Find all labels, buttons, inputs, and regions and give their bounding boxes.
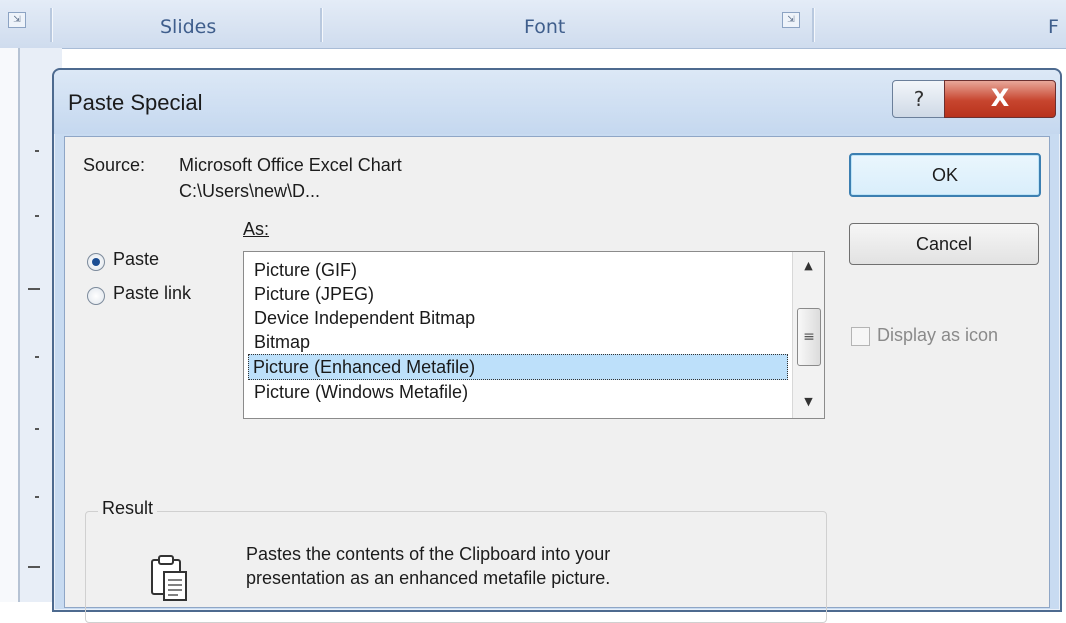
paste-link-radio[interactable]	[87, 287, 105, 305]
scroll-up-icon[interactable]: ▲	[793, 252, 824, 280]
ruler-tick	[28, 288, 40, 290]
paste-link-radio-label[interactable]: Paste link	[113, 283, 191, 304]
ribbon-group-slides: Slides	[160, 16, 217, 38]
result-group-title: Result	[98, 498, 158, 519]
close-button[interactable]: X	[944, 80, 1056, 118]
result-description-line2: presentation as an enhanced metafile pic…	[246, 568, 611, 588]
as-label: As:	[243, 219, 270, 239]
ruler-tick	[35, 496, 39, 498]
paste-special-dialog: Paste Special ? X Source: Microsoft Offi…	[52, 68, 1062, 623]
ruler-tick	[35, 428, 39, 430]
launcher-icon[interactable]: ⇲	[8, 12, 26, 28]
ruler-tick	[35, 356, 39, 358]
display-as-icon-label[interactable]: Display as icon	[877, 325, 998, 346]
ruler-tick	[28, 566, 40, 568]
source-value: Microsoft Office Excel Chart	[179, 155, 402, 175]
ruler-tick	[35, 215, 39, 217]
cancel-button[interactable]: Cancel	[849, 223, 1039, 265]
display-as-icon-checkbox[interactable]	[851, 327, 870, 346]
result-group: Result Pastes the contents of the Clipbo…	[85, 498, 827, 623]
list-item[interactable]: Picture (Windows Metafile)	[250, 380, 788, 404]
ribbon-group-font: Font	[524, 16, 566, 38]
result-description-line1: Pastes the contents of the Clipboard int…	[246, 544, 611, 564]
scroll-down-icon[interactable]: ▼	[793, 388, 824, 416]
source-label: Source:	[83, 155, 146, 175]
source-path: C:\Users\new\D...	[179, 181, 321, 201]
listbox-scrollbar[interactable]: ▲ ≡ ▼	[792, 252, 824, 418]
list-item[interactable]: Picture (JPEG)	[250, 282, 788, 306]
dialog-title: Paste Special	[68, 90, 203, 115]
scroll-thumb[interactable]: ≡	[797, 308, 821, 366]
ribbon-strip: ⇲ Slides Font ⇲ F	[0, 0, 1066, 49]
ok-button[interactable]: OK	[849, 153, 1041, 197]
list-item[interactable]: Device Independent Bitmap	[250, 306, 788, 330]
help-button[interactable]: ?	[892, 80, 946, 118]
ribbon-divider	[50, 8, 53, 42]
clipboard-icon	[150, 554, 190, 608]
paste-radio-label[interactable]: Paste	[113, 249, 159, 270]
vertical-ruler	[18, 48, 20, 602]
font-launcher-icon[interactable]: ⇲	[782, 12, 800, 28]
format-listbox[interactable]: Picture (GIF) Picture (JPEG) Device Inde…	[243, 251, 825, 419]
ribbon-group-cut-off: F	[1048, 16, 1059, 38]
title-bar[interactable]: Paste Special ? X	[54, 70, 1060, 134]
ruler-tick	[35, 150, 39, 152]
list-item-selected[interactable]: Picture (Enhanced Metafile)	[248, 354, 788, 380]
list-item[interactable]: Bitmap	[250, 330, 788, 354]
paste-radio[interactable]	[87, 253, 105, 271]
list-item[interactable]: Picture (GIF)	[250, 258, 788, 282]
ribbon-divider	[812, 8, 815, 42]
dialog-body: Source: Microsoft Office Excel Chart C:\…	[64, 136, 1050, 623]
ribbon-divider	[320, 8, 323, 42]
